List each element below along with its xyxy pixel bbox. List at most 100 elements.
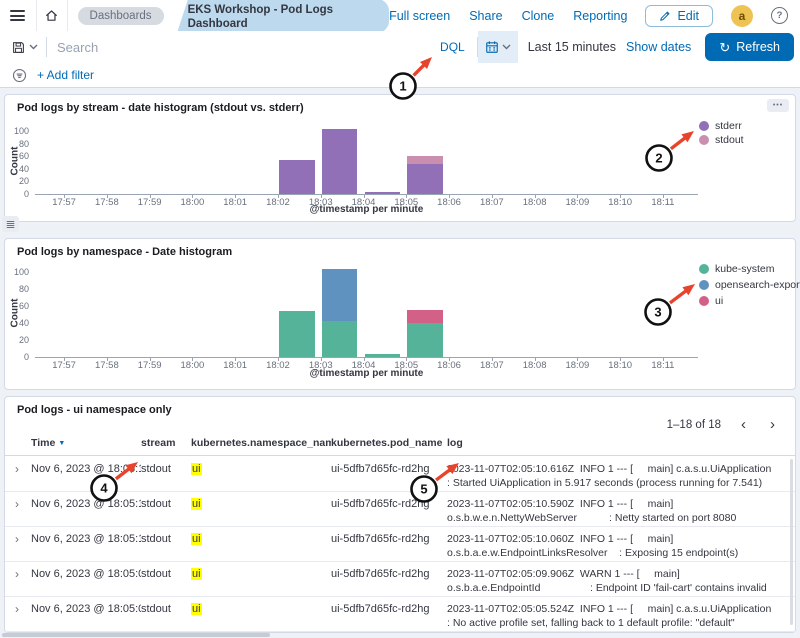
highlighted-namespace: ui <box>191 533 202 545</box>
bar-segment-opensearch-exporter[interactable] <box>322 269 358 321</box>
legend-item-opensearch-exporter[interactable]: opensearch-exporter <box>699 279 800 291</box>
row-expand-icon[interactable]: › <box>15 463 31 475</box>
table-row: ›Nov 6, 2023 @ 18:05:10.591stdoutuiui-5d… <box>5 492 795 527</box>
home-button[interactable] <box>36 0 68 31</box>
nav-link-share[interactable]: Share <box>469 9 502 23</box>
legend-item-ui[interactable]: ui <box>699 295 723 307</box>
highlighted-namespace: ui <box>191 603 202 615</box>
y-axis-tick-label: 80 <box>5 284 29 294</box>
x-axis-tick-label: 18:06 <box>437 360 461 371</box>
table-vertical-scrollbar[interactable] <box>790 459 793 625</box>
row-pod: ui-5dfb7d65fc-rd2hg <box>331 533 447 545</box>
table-rows: ›Nov 6, 2023 @ 18:05:10.616stdoutuiui-5d… <box>5 457 795 632</box>
highlighted-namespace: ui <box>191 463 202 475</box>
refresh-button[interactable]: ↻ Refresh <box>705 33 794 61</box>
x-axis-tick-label: 18:11 <box>651 197 674 208</box>
add-filter-button[interactable]: + Add filter <box>37 68 94 82</box>
row-time: Nov 6, 2023 @ 18:05:10.060 <box>31 533 141 545</box>
horizontal-scrollbar[interactable] <box>2 633 270 637</box>
panel-pod-logs-by-namespace: Pod logs by namespace - Date histogram 0… <box>4 238 796 390</box>
chevron-down-icon <box>29 44 38 50</box>
y-axis-tick-label: 20 <box>5 176 29 186</box>
time-range-value[interactable]: Last 15 minutes <box>518 40 626 54</box>
legend-dot <box>699 280 709 290</box>
column-header-log[interactable]: log <box>447 437 781 449</box>
search-input[interactable] <box>47 40 428 55</box>
bar-segment-ui[interactable] <box>407 310 443 323</box>
nav-link-full-screen[interactable]: Full screen <box>389 9 450 23</box>
breadcrumb-dashboards[interactable]: Dashboards <box>78 7 164 25</box>
panel-pod-logs-by-stream: Pod logs by stream - date histogram (std… <box>4 94 796 222</box>
breadcrumb: Dashboards EKS Workshop - Pod Logs Dashb… <box>78 0 390 33</box>
row-time: Nov 6, 2023 @ 18:05:05.525 <box>31 603 141 615</box>
table-row: ›Nov 6, 2023 @ 18:05:05.525stdoutuiui-5d… <box>5 597 795 632</box>
breadcrumb-current-dashboard[interactable]: EKS Workshop - Pod Logs Dashboard <box>170 0 390 33</box>
row-log: 2023-11-07T02:05:10.060Z INFO 1 --- [ ma… <box>447 533 781 562</box>
x-axis-tick-label: 18:11 <box>651 360 674 371</box>
y-axis-title: Count <box>10 299 21 328</box>
bar-segment-stderr[interactable] <box>279 160 315 194</box>
x-axis-tick-label: 18:07 <box>480 197 504 208</box>
legend-item-stdout[interactable]: stdout <box>699 134 744 146</box>
filter-icon[interactable] <box>12 68 27 83</box>
bar-segment-kube-system[interactable] <box>322 321 358 357</box>
calendar-icon <box>485 40 499 54</box>
x-axis-line <box>35 194 698 195</box>
pagination-range: 1–18 of 18 <box>667 419 721 431</box>
legend-dot <box>699 135 709 145</box>
pagination-prev-icon[interactable]: ‹ <box>737 417 750 432</box>
y-axis-tick-label: 100 <box>5 126 29 136</box>
y-axis-tick-label: 0 <box>5 352 29 362</box>
column-header-time[interactable]: Time▼ <box>31 437 141 449</box>
avatar[interactable]: a <box>731 5 753 27</box>
legend-item-stderr[interactable]: stderr <box>699 120 742 132</box>
date-quick-select-button[interactable] <box>478 31 518 63</box>
x-axis-tick-label: 18:01 <box>223 360 247 371</box>
row-expand-icon[interactable]: › <box>15 568 31 580</box>
nav-link-clone[interactable]: Clone <box>522 9 555 23</box>
row-stream: stdout <box>141 533 191 545</box>
legend-label: kube-system <box>715 263 775 275</box>
query-language-selector[interactable]: DQL <box>428 40 477 54</box>
x-axis-title: @timestamp per minute <box>310 368 424 379</box>
column-header-pod[interactable]: kubernetes.pod_name <box>331 437 447 449</box>
row-log: 2023-11-07T02:05:09.906Z WARN 1 --- [ ma… <box>447 568 781 597</box>
bar-segment-kube-system[interactable] <box>279 311 315 357</box>
table-row: ›Nov 6, 2023 @ 18:05:09.906stdoutuiui-5d… <box>5 562 795 597</box>
column-header-stream[interactable]: stream <box>141 437 191 449</box>
row-namespace: ui <box>191 463 331 475</box>
table-row: ›Nov 6, 2023 @ 18:05:10.060stdoutui ui-5d… <box>5 527 795 562</box>
edit-button[interactable]: Edit <box>645 5 713 27</box>
bar-segment-stdout[interactable] <box>407 156 443 164</box>
x-axis-tick-label: 17:57 <box>52 360 76 371</box>
bar-segment-kube-system[interactable] <box>407 323 443 357</box>
opensearch-dashboards-app: Dashboards EKS Workshop - Pod Logs Dashb… <box>0 0 800 638</box>
legend-toggle-icon[interactable]: ≣ <box>2 216 19 232</box>
x-axis-tick-label: 18:07 <box>480 360 504 371</box>
column-header-namespace[interactable]: kubernetes.namespace_name <box>191 437 331 449</box>
row-namespace: ui <box>191 498 331 510</box>
nav-link-reporting[interactable]: Reporting <box>573 9 627 23</box>
legend-dot <box>699 121 709 131</box>
bar-segment-stderr[interactable] <box>365 192 401 194</box>
row-expand-icon[interactable]: › <box>15 498 31 510</box>
help-icon[interactable]: ? <box>771 7 788 24</box>
pagination-next-icon[interactable]: › <box>766 417 779 432</box>
bar-segment-kube-system[interactable] <box>365 354 401 357</box>
saved-query-button[interactable] <box>0 31 46 63</box>
show-dates-link[interactable]: Show dates <box>626 40 705 54</box>
bar-segment-stderr[interactable] <box>407 164 443 194</box>
table-pagination: 1–18 of 18 ‹ › <box>667 417 779 432</box>
legend-item-kube-system[interactable]: kube-system <box>699 263 775 275</box>
x-axis-tick-label: 18:09 <box>565 360 589 371</box>
y-axis-title: Count <box>10 147 21 176</box>
row-expand-icon[interactable]: › <box>15 533 31 545</box>
row-log: 2023-11-07T02:05:10.590Z INFO 1 --- [ ma… <box>447 498 781 525</box>
home-icon <box>44 8 59 23</box>
menu-hamburger-icon[interactable] <box>0 8 36 24</box>
panel-pod-logs-table: Pod logs - ui namespace only 1–18 of 18 … <box>4 396 796 633</box>
x-axis-tick-label: 18:06 <box>437 197 461 208</box>
bar-segment-stderr[interactable] <box>322 129 358 194</box>
row-expand-icon[interactable]: › <box>15 603 31 615</box>
x-axis-tick-label: 18:10 <box>608 360 632 371</box>
